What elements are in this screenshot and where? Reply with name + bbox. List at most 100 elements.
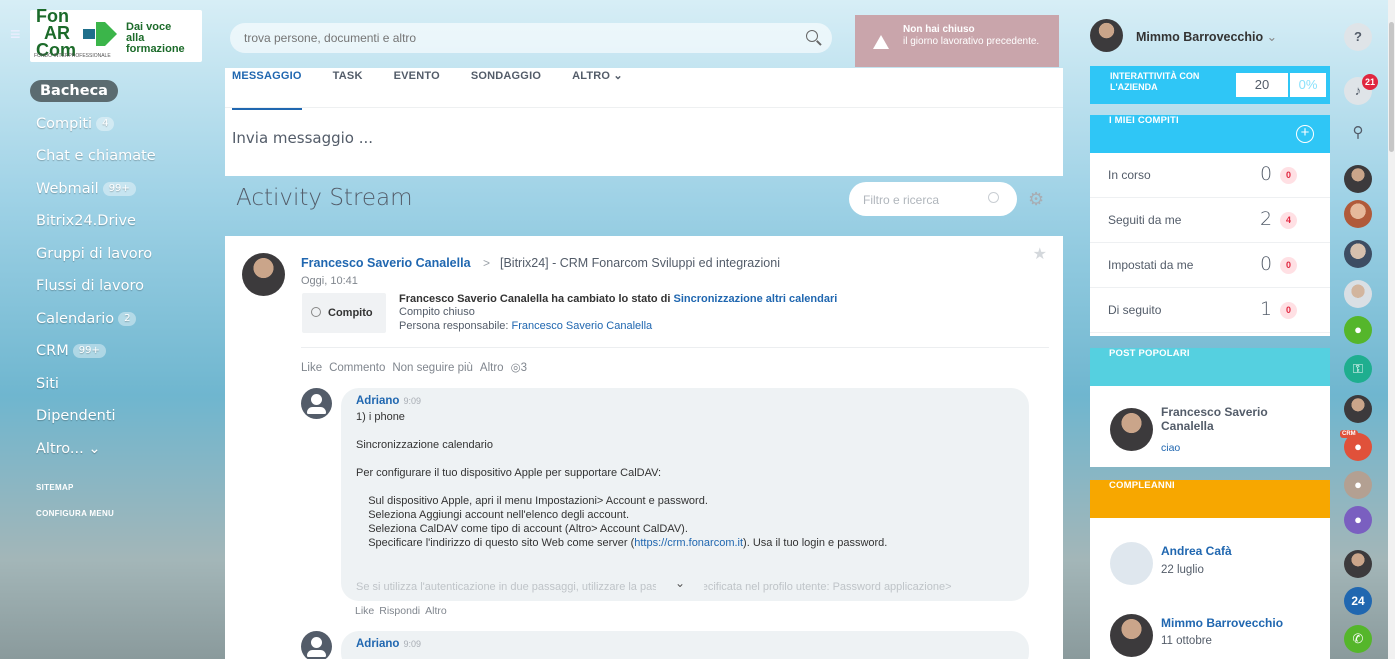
post-time[interactable]: Oggi, 10:41 xyxy=(301,275,358,287)
tab-4[interactable]: ALTRO ⌄ xyxy=(572,69,623,109)
sitemap-link[interactable]: SITEMAP xyxy=(0,475,215,501)
user-avatar-icon[interactable] xyxy=(301,388,332,419)
responsible-link[interactable]: Francesco Saverio Canalella xyxy=(512,320,653,332)
message-input[interactable]: Invia messaggio ... xyxy=(232,129,373,147)
sidebar-item[interactable]: Gruppi di lavoro xyxy=(0,238,215,271)
chevron-down-icon[interactable]: ⌄ xyxy=(656,576,704,594)
task-row[interactable]: Seguiti da me 2 4 xyxy=(1090,198,1330,243)
sidebar-item[interactable]: Compiti 4 xyxy=(0,108,215,141)
comment-line xyxy=(356,452,1026,466)
post-destination[interactable]: [Bitrix24] - CRM Fonarcom Sviluppi ed in… xyxy=(500,256,780,270)
task-row-label: Seguiti da me xyxy=(1108,213,1182,227)
user-menu[interactable]: Mimmo Barrovecchio xyxy=(1090,15,1330,55)
post-action[interactable]: Commento xyxy=(329,362,385,374)
task-row-count: 0 xyxy=(1260,163,1273,185)
add-task-icon[interactable]: + xyxy=(1296,125,1314,143)
sidebar-item[interactable]: CRM 99+ xyxy=(0,335,215,368)
counter-badge: 4 xyxy=(96,116,115,131)
sidebar-item[interactable]: Bacheca xyxy=(0,75,215,108)
sidebar-item-label: Compiti xyxy=(36,115,93,132)
scrollbar[interactable] xyxy=(1388,0,1395,659)
task-row[interactable]: In corso 0 0 xyxy=(1090,153,1330,198)
contact-avatar[interactable] xyxy=(1344,395,1372,423)
post-action[interactable]: ◎3 xyxy=(511,362,527,374)
comment-action[interactable]: Like xyxy=(355,605,374,617)
contact-avatar[interactable] xyxy=(1344,280,1372,308)
help-icon[interactable]: ? xyxy=(1344,23,1372,51)
logo-arrow-icon xyxy=(83,22,117,46)
tab-1[interactable]: TASK xyxy=(333,70,363,110)
contact-avatar[interactable] xyxy=(1344,200,1372,228)
post-author[interactable]: Francesco Saverio Canalella xyxy=(301,256,471,270)
post-action[interactable]: Altro xyxy=(480,362,504,374)
my-tasks-card: I MIEI COMPITI + In corso 0 0 Seguiti da me… xyxy=(1090,115,1330,336)
task-link[interactable]: Sincronizzazione altri calendari xyxy=(673,293,837,305)
tab-3[interactable]: SONDAGGIO xyxy=(471,70,541,110)
task-row[interactable]: Di seguito 1 0 xyxy=(1090,288,1330,333)
contact-avatar[interactable] xyxy=(1344,240,1372,268)
sidebar-item[interactable]: Dipendenti xyxy=(0,400,215,433)
scrollbar-thumb[interactable] xyxy=(1389,22,1394,152)
avatar[interactable] xyxy=(1110,542,1153,585)
comment-text: Specificare l'indirizzo di questo sito W… xyxy=(356,537,635,549)
user-avatar-icon[interactable] xyxy=(301,631,332,659)
workday-warning[interactable]: Non hai chiuso il giorno lavorativo prec… xyxy=(855,15,1059,67)
filter-search[interactable]: Filtro e ricerca xyxy=(849,182,1017,216)
global-search[interactable] xyxy=(230,23,832,53)
birthday-name[interactable]: Mimmo Barrovecchio xyxy=(1161,616,1283,630)
tab-0[interactable]: MESSAGGIO xyxy=(232,70,302,110)
sidebar-item-label: Bacheca xyxy=(30,80,118,102)
search-input[interactable] xyxy=(230,23,790,53)
comment-action[interactable]: Altro xyxy=(425,605,447,617)
birthday-name[interactable]: Andrea Cafà xyxy=(1161,544,1232,558)
lock-icon[interactable]: ⚿ xyxy=(1344,355,1372,383)
avatar[interactable] xyxy=(1110,408,1153,451)
comment-action[interactable]: Rispondi xyxy=(379,605,420,617)
company-logo[interactable]: Fon AR Com Dai voce alla formazione FONDO I… xyxy=(30,7,202,62)
sidebar-item[interactable]: Chat e chiamate xyxy=(0,140,215,173)
menu-burger-icon[interactable]: ≡ xyxy=(10,25,21,43)
search-icon[interactable] xyxy=(806,30,818,42)
popular-text[interactable]: ciao xyxy=(1161,442,1180,454)
phone-icon[interactable]: ✆ xyxy=(1344,625,1372,653)
sidebar-item[interactable]: Webmail 99+ xyxy=(0,173,215,206)
user-avatar-icon[interactable]: ● xyxy=(1344,471,1372,499)
chevron-right-icon: > xyxy=(483,256,491,270)
task-row-count: 2 xyxy=(1260,208,1273,230)
calendar-icon[interactable]: 24 xyxy=(1344,587,1372,615)
birthday-date: 11 ottobre xyxy=(1161,635,1212,647)
task-change-text: Francesco Saverio Canalella ha cambiato … xyxy=(399,293,838,305)
gear-icon[interactable]: ⚙ xyxy=(1028,190,1044,208)
comment-author[interactable]: Adriano 9:09 xyxy=(356,395,421,407)
sidebar-item[interactable]: Calendario 2 xyxy=(0,303,215,336)
card-title[interactable]: I MIEI COMPITI xyxy=(1090,115,1330,153)
search-icon[interactable] xyxy=(988,192,999,203)
task-row[interactable]: Impostati da me 0 0 xyxy=(1090,243,1330,288)
user-avatar[interactable] xyxy=(1090,19,1123,52)
post-action[interactable]: Non seguire più xyxy=(392,362,473,374)
user-name[interactable]: Mimmo Barrovecchio xyxy=(1136,29,1277,44)
interactivity-widget[interactable]: INTERATTIVITÀ CON L'AZIENDA 20 0% xyxy=(1090,66,1330,104)
user-avatar-icon[interactable]: ● xyxy=(1344,316,1372,344)
sidebar-item[interactable]: Siti xyxy=(0,368,215,401)
comment-body: 1) i phone Sincronizzazione calendario Per… xyxy=(356,410,1026,550)
sidebar-item[interactable]: Altro... ⌄ xyxy=(0,433,215,466)
tab-2[interactable]: EVENTO xyxy=(394,70,440,110)
sidebar-item-label: Gruppi di lavoro xyxy=(36,245,153,262)
sidebar-item[interactable]: Flussi di lavoro xyxy=(0,270,215,303)
contact-avatar[interactable] xyxy=(1344,550,1372,578)
sidebar-item[interactable]: Bitrix24.Drive xyxy=(0,205,215,238)
star-icon[interactable]: ★ xyxy=(1033,244,1047,264)
sidebar-item-label: Chat e chiamate xyxy=(36,148,156,164)
configure-menu-link[interactable]: CONFIGURA MENU xyxy=(0,501,215,527)
avatar[interactable] xyxy=(1110,614,1153,657)
popular-author[interactable]: Francesco Saverio Canalella xyxy=(1161,405,1291,433)
server-link[interactable]: https://crm.fonarcom.it xyxy=(634,537,743,549)
user-avatar-icon[interactable]: ● xyxy=(1344,506,1372,534)
search-icon[interactable]: ⚲ xyxy=(1344,119,1372,147)
card-title: POST POPOLARI xyxy=(1090,348,1330,386)
contact-avatar[interactable] xyxy=(1344,165,1372,193)
author-avatar[interactable] xyxy=(242,253,285,296)
post-action[interactable]: Like xyxy=(301,362,322,374)
comment-author[interactable]: Adriano 9:09 xyxy=(356,638,421,650)
